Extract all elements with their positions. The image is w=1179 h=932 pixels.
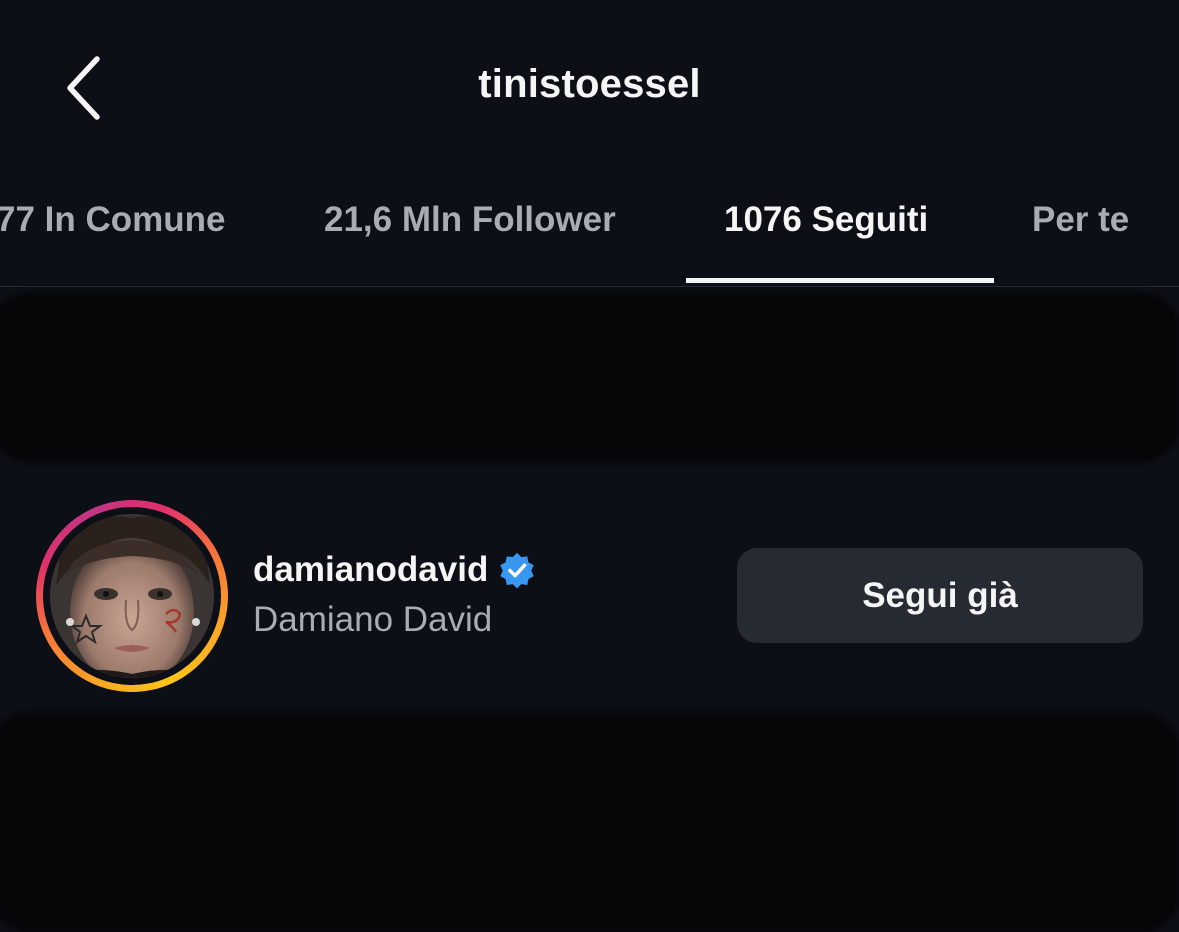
full-name: Damiano David <box>253 600 493 639</box>
avatar-portrait <box>50 514 214 678</box>
tab-following[interactable]: 1076 Seguiti <box>724 200 928 240</box>
avatar <box>50 514 214 678</box>
page-title: tinistoessel <box>478 62 701 106</box>
tab-mutual[interactable]: 77 In Comune <box>0 200 225 240</box>
redacted-row-bottom <box>0 712 1179 932</box>
verified-badge-icon <box>500 552 535 589</box>
header: tinistoessel <box>0 0 1179 150</box>
username-line[interactable]: damianodavid <box>253 550 536 590</box>
tab-suggested[interactable]: Per te <box>1032 200 1129 240</box>
story-ring[interactable] <box>36 500 228 692</box>
redacted-row-top <box>0 292 1179 462</box>
avatar-ring-gap <box>43 507 221 685</box>
username[interactable]: damianodavid <box>253 550 488 590</box>
tab-bar: 77 In Comune 21,6 Mln Follower 1076 Segu… <box>0 180 1179 287</box>
following-button[interactable]: Segui già <box>737 548 1143 643</box>
active-tab-indicator <box>686 278 994 283</box>
list-item[interactable]: damianodavid Damiano David Segui già <box>0 496 1179 696</box>
tab-followers[interactable]: 21,6 Mln Follower <box>324 200 616 240</box>
